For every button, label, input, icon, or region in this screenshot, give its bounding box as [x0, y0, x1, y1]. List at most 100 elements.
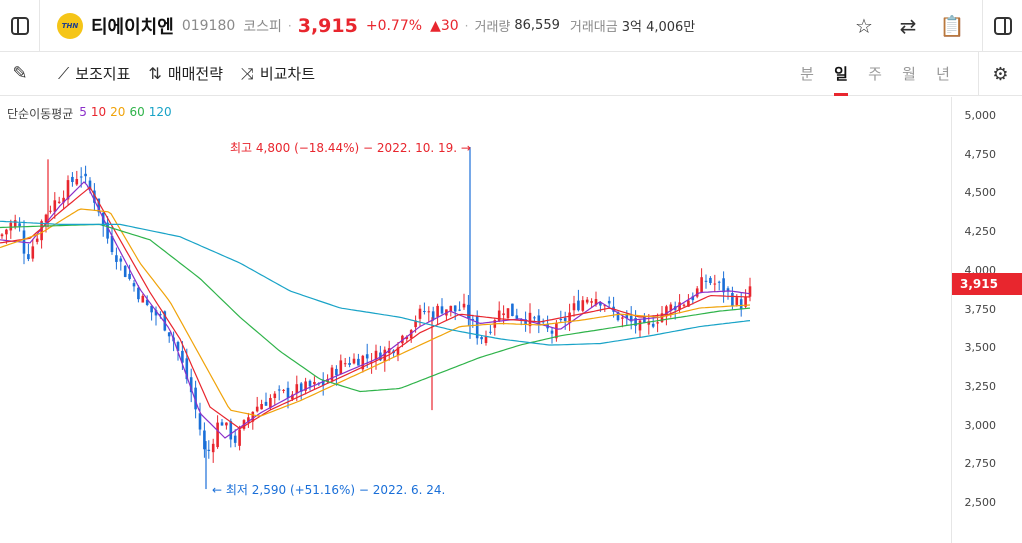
ma-legend-10: 10	[90, 105, 107, 119]
strategy-label: 매매전략	[167, 65, 224, 83]
right-panel-toggle-button[interactable]	[982, 0, 1022, 52]
candle-body	[572, 303, 576, 311]
candle-body	[229, 421, 233, 440]
panel-left-icon	[10, 16, 29, 35]
candle-body	[563, 317, 567, 322]
candle-body	[700, 277, 703, 293]
candle-body	[84, 173, 87, 177]
price-chart[interactable]: 단순이동평균 5 10 20 60 120 5,000 4,750 4,500 4,250 4,…	[0, 97, 1022, 543]
candle-body	[53, 200, 57, 212]
clipboard-button[interactable]: 📋	[930, 0, 974, 52]
indicators-button[interactable]: ⟋ 보조지표	[58, 63, 130, 84]
candle-body	[484, 336, 488, 344]
candle-body	[357, 358, 360, 366]
candle-body	[449, 305, 453, 312]
candle-body	[590, 301, 593, 303]
candle-body	[141, 295, 145, 303]
candle-body	[203, 430, 206, 450]
ma-legend-5: 5	[79, 105, 87, 119]
candle-body	[713, 283, 717, 285]
candle-body	[748, 286, 752, 297]
header-actions: ☆ ⇄ 📋	[842, 0, 1022, 52]
candle-body	[286, 387, 290, 398]
swap-button[interactable]: ⇄	[886, 0, 930, 52]
indicators-label: 보조지표	[75, 65, 131, 83]
ma-legend-120: 120	[148, 105, 172, 119]
amount-label: 거래대금	[569, 20, 618, 35]
candle-body	[739, 299, 743, 309]
ma5-line	[0, 181, 751, 439]
swap-arrows-icon: ⇄	[899, 14, 917, 38]
candle-body	[480, 337, 483, 340]
y-tick-label: 4,500	[964, 186, 997, 200]
candle-body	[585, 299, 589, 303]
candle-body	[225, 422, 228, 426]
y-axis-separator	[951, 97, 952, 543]
ma-legend-60: 60	[129, 105, 145, 119]
shuffle-icon: ⤨	[241, 63, 254, 83]
ma10-line	[0, 186, 751, 430]
period-tab-2[interactable]: 주	[858, 52, 892, 96]
candle-body	[137, 287, 140, 300]
gear-icon: ⚙	[992, 63, 1009, 85]
candle-body	[313, 381, 316, 385]
candle-body	[5, 229, 8, 235]
up-down-arrows-icon: ⇅	[148, 64, 162, 83]
y-tick-label: 2,500	[964, 496, 997, 509]
stock-market: 코스피	[243, 18, 282, 35]
candle-body	[273, 393, 277, 399]
ma-legend-title: 단순이동평균	[7, 107, 74, 121]
current-price-tag: 3,915	[952, 272, 1022, 295]
candle-body	[132, 283, 136, 287]
period-tab-3[interactable]: 월	[892, 52, 926, 96]
candle-body	[489, 331, 492, 333]
candle-body	[462, 303, 466, 308]
strategy-button[interactable]: ⇅ 매매전략	[148, 63, 223, 84]
candle-body	[717, 281, 721, 283]
candle-body	[427, 311, 431, 313]
candle-body	[436, 305, 439, 317]
candle-body	[709, 277, 712, 284]
y-tick-label: 3,750	[964, 302, 997, 316]
volume-label: 거래량	[474, 20, 511, 35]
candle-body	[506, 308, 510, 318]
candle-body	[18, 223, 21, 227]
change-percent: +0.77%	[365, 17, 423, 34]
candle-body	[343, 363, 347, 365]
draw-tool-button[interactable]: ✎	[0, 52, 40, 96]
panel-right-icon	[993, 17, 1012, 35]
favorite-button[interactable]: ☆	[842, 0, 886, 52]
company-logo: THN	[57, 12, 83, 39]
candle-body	[418, 308, 422, 319]
current-price: 3,915	[297, 14, 358, 37]
candle-body	[295, 384, 299, 394]
change-amount: ▲30	[430, 17, 459, 34]
candle-body	[502, 313, 505, 316]
period-tab-0[interactable]: 분	[790, 52, 824, 96]
compare-button[interactable]: ⤨ 비교차트	[241, 63, 315, 84]
candle-body	[71, 176, 74, 182]
candle-body	[211, 443, 215, 453]
candle-body	[57, 201, 61, 203]
chart-settings-button[interactable]: ⚙	[978, 52, 1022, 96]
y-tick-label: 5,000	[964, 109, 997, 122]
candle-body	[511, 303, 514, 317]
y-tick-label: 4,250	[964, 225, 997, 239]
candle-body	[119, 258, 123, 262]
candle-body	[533, 317, 536, 319]
candle-body	[255, 406, 259, 412]
candle-body	[335, 368, 338, 376]
candle-body	[621, 317, 624, 319]
candle-body	[577, 300, 580, 311]
candle-body	[269, 397, 272, 408]
period-tab-1[interactable]: 일	[824, 52, 858, 96]
period-tabs: 분일주월년	[790, 52, 960, 96]
candlestick-plot[interactable]	[0, 97, 951, 543]
star-icon: ☆	[855, 14, 873, 38]
candle-body	[233, 435, 237, 443]
candle-body	[13, 220, 17, 227]
y-tick-label: 3,250	[964, 379, 997, 393]
left-panel-toggle-button[interactable]	[0, 0, 40, 52]
period-tab-4[interactable]: 년	[926, 52, 960, 96]
candle-body	[607, 300, 611, 304]
